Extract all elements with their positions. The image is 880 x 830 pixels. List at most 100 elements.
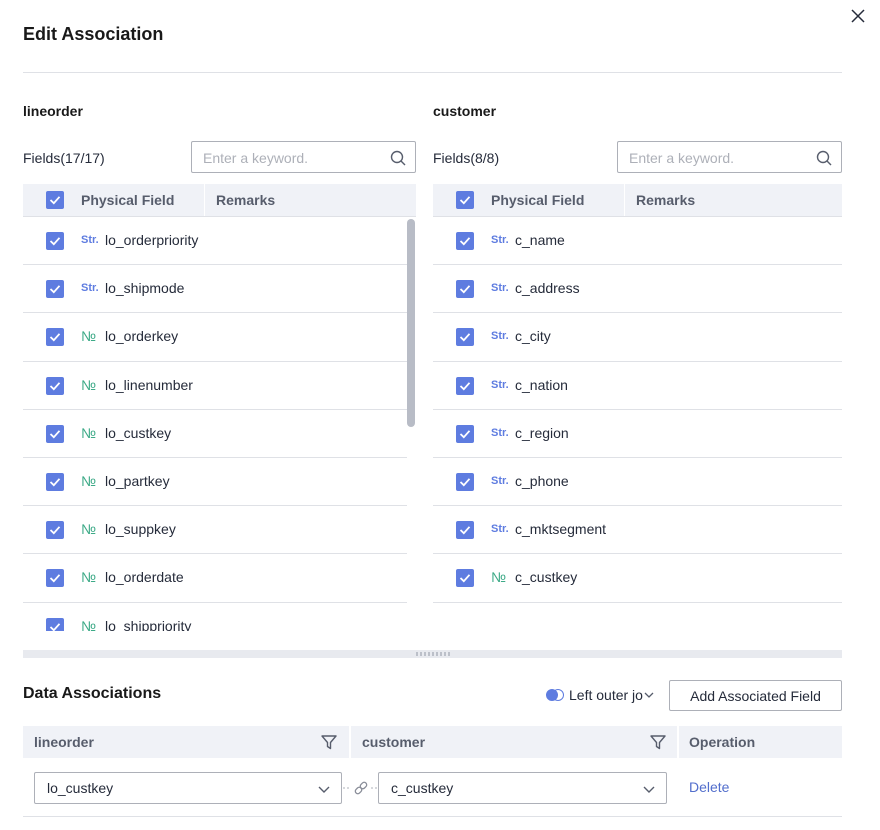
number-type-icon: № [491, 569, 507, 586]
right-select-all-checkbox[interactable] [456, 191, 474, 209]
field-checkbox[interactable] [456, 472, 474, 491]
field-row[interactable]: Str. c_address [433, 265, 842, 314]
check-icon [459, 574, 471, 583]
field-row[interactable]: № lo_custkey [23, 410, 407, 458]
left-fields-count: Fields(17/17) [23, 150, 105, 166]
right-search-box[interactable] [617, 141, 842, 173]
column-separator [349, 726, 351, 758]
check-icon [459, 237, 471, 246]
field-name: lo_shippriority [105, 617, 192, 632]
check-icon [459, 196, 471, 205]
right-field-list: Str. c_name Str. c_address Str. c_city Str. c_n… [433, 217, 842, 617]
search-icon[interactable] [389, 149, 407, 167]
left-search-input[interactable] [203, 148, 383, 168]
field-row[interactable]: Str. c_mktsegment [433, 506, 842, 555]
field-name: c_region [515, 424, 569, 441]
panel-resize-handle[interactable] [23, 650, 842, 658]
field-row[interactable]: Str. c_name [433, 217, 842, 266]
check-icon [459, 381, 471, 391]
delete-association-link[interactable]: Delete [689, 779, 729, 795]
add-associated-field-button[interactable]: Add Associated Field [669, 680, 842, 711]
field-name: lo_linenumber [105, 376, 193, 393]
field-name: lo_shipmode [105, 280, 185, 297]
grip-dots-icon [415, 652, 451, 656]
field-checkbox[interactable] [46, 617, 64, 631]
string-type-icon: Str. [491, 282, 509, 295]
left-field-select-value: lo_custkey [47, 780, 114, 796]
string-type-icon: Str. [81, 234, 99, 246]
left-col-physical-field: Physical Field [81, 192, 175, 208]
right-search-input[interactable] [629, 148, 809, 168]
data-associations-title: Data Associations [23, 685, 162, 702]
number-type-icon: № [81, 521, 97, 538]
field-checkbox[interactable] [456, 232, 474, 250]
field-row[interactable]: Str. c_city [433, 313, 842, 362]
left-field-select[interactable]: lo_custkey [34, 772, 342, 804]
left-col-remarks: Remarks [216, 192, 276, 208]
field-name: lo_orderkey [105, 328, 179, 345]
check-icon [49, 381, 61, 391]
field-checkbox[interactable] [456, 376, 474, 395]
field-row[interactable]: Str. c_region [433, 410, 842, 458]
assoc-col-left: lineorder [34, 734, 94, 750]
string-type-icon: Str. [491, 523, 509, 536]
field-checkbox[interactable] [46, 376, 64, 395]
field-checkbox[interactable] [46, 280, 64, 299]
right-field-select-value: c_custkey [391, 780, 454, 796]
check-icon [459, 285, 471, 294]
field-row[interactable]: № lo_partkey [23, 458, 407, 507]
column-separator [677, 726, 679, 758]
field-row[interactable]: № lo_shippriority [23, 603, 407, 632]
field-row[interactable]: Str. c_phone [433, 458, 842, 507]
field-row[interactable]: Str. lo_shipmode [23, 265, 407, 314]
check-icon [459, 478, 471, 487]
field-checkbox[interactable] [46, 328, 64, 347]
check-icon [49, 574, 61, 583]
field-checkbox[interactable] [46, 521, 64, 540]
field-checkbox[interactable] [456, 280, 474, 299]
field-row[interactable]: № lo_linenumber [23, 362, 407, 410]
field-name: lo_custkey [105, 424, 172, 441]
field-row[interactable]: № lo_orderkey [23, 313, 407, 362]
string-type-icon: Str. [491, 234, 509, 246]
number-type-icon: № [81, 472, 97, 489]
right-field-select[interactable]: c_custkey [378, 772, 667, 804]
field-checkbox[interactable] [456, 424, 474, 443]
field-checkbox[interactable] [46, 232, 64, 250]
check-icon [49, 622, 61, 631]
filter-icon[interactable] [320, 733, 338, 751]
field-row[interactable]: Str. lo_orderpriority [23, 217, 407, 266]
check-icon [49, 333, 61, 342]
field-checkbox[interactable] [46, 472, 64, 491]
filter-icon[interactable] [649, 733, 667, 751]
field-checkbox[interactable] [456, 521, 474, 540]
field-name: c_city [515, 328, 551, 345]
field-checkbox[interactable] [456, 569, 474, 588]
field-checkbox[interactable] [456, 328, 474, 347]
link-icon [343, 781, 379, 795]
field-checkbox[interactable] [46, 569, 64, 588]
field-name: c_nation [515, 376, 568, 393]
check-icon [49, 237, 61, 246]
left-search-box[interactable] [191, 141, 416, 173]
number-type-icon: № [81, 424, 97, 441]
field-row[interactable]: Str. c_nation [433, 362, 842, 410]
left-scrollbar[interactable] [407, 219, 415, 427]
left-table-name: lineorder [23, 103, 83, 119]
assoc-col-operation: Operation [689, 734, 756, 750]
string-type-icon: Str. [491, 474, 509, 487]
search-icon[interactable] [815, 149, 833, 167]
left-select-all-checkbox[interactable] [46, 191, 64, 209]
associations-table-header: lineorder customer Operation [23, 726, 842, 758]
column-separator [204, 184, 205, 216]
field-checkbox[interactable] [46, 424, 64, 443]
close-icon[interactable] [848, 6, 868, 26]
join-type-selector[interactable]: Left outer joi [545, 686, 655, 704]
field-name: c_mktsegment [515, 521, 607, 538]
string-type-icon: Str. [491, 378, 509, 391]
string-type-icon: Str. [491, 426, 509, 439]
field-row[interactable]: № lo_suppkey [23, 506, 407, 555]
field-row[interactable]: № lo_orderdate [23, 554, 407, 603]
left-join-icon [546, 689, 564, 701]
field-row[interactable]: № c_custkey [433, 554, 842, 603]
